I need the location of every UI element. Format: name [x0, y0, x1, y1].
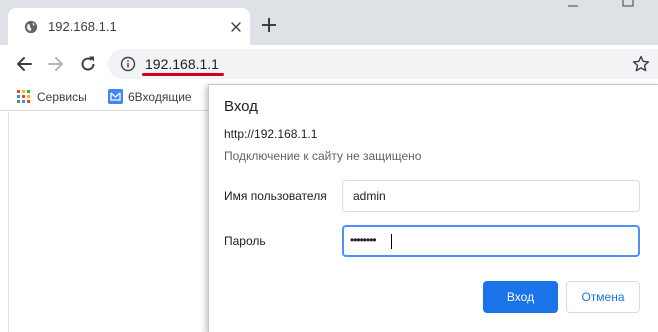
username-label: Имя пользователя	[224, 189, 327, 203]
tab-title: 192.168.1.1	[48, 19, 117, 34]
reload-icon[interactable]	[79, 55, 97, 73]
toolbar: 192.168.1.1	[0, 45, 658, 83]
text-caret	[391, 234, 392, 249]
sign-in-button[interactable]: Вход	[483, 281, 558, 313]
password-field[interactable]: ••••••••	[342, 225, 640, 257]
star-icon[interactable]	[632, 55, 650, 73]
url-text: 192.168.1.1	[145, 56, 219, 72]
dialog-title: Вход	[224, 98, 258, 115]
close-icon[interactable]	[230, 21, 242, 33]
bookmark-services[interactable]: Сервисы	[17, 88, 97, 106]
password-mask: ••••••••	[350, 233, 377, 247]
globe-icon	[24, 20, 38, 34]
new-tab-plus-icon[interactable]	[262, 18, 276, 32]
info-icon[interactable]	[120, 56, 136, 72]
bookmark-label: Сервисы	[37, 90, 87, 104]
page-divider	[8, 112, 9, 332]
dialog-insecure-warning: Подключение к сайту не защищено	[224, 149, 422, 163]
apps-grid-icon	[17, 90, 31, 104]
back-arrow-icon[interactable]	[15, 55, 33, 73]
maximize-icon[interactable]	[620, 0, 636, 14]
forward-arrow-icon[interactable]	[47, 55, 65, 73]
url-underline-annotation	[142, 73, 224, 76]
address-bar[interactable]: 192.168.1.1	[108, 49, 658, 79]
bookmark-inbox[interactable]: 6Входящие	[108, 88, 198, 106]
mail-icon	[108, 89, 123, 104]
bookmark-label: 6Входящие	[128, 90, 192, 104]
cancel-button[interactable]: Отмена	[566, 281, 640, 313]
username-value: admin	[353, 189, 386, 203]
password-label: Пароль	[224, 234, 266, 248]
username-field[interactable]: admin	[342, 180, 640, 212]
auth-dialog: Вход http://192.168.1.1 Подключение к са…	[208, 84, 658, 332]
dialog-site-url: http://192.168.1.1	[224, 127, 318, 141]
browser-tab[interactable]: 192.168.1.1	[8, 8, 250, 45]
minimize-icon[interactable]	[565, 0, 581, 14]
tab-strip: 192.168.1.1	[0, 0, 658, 45]
